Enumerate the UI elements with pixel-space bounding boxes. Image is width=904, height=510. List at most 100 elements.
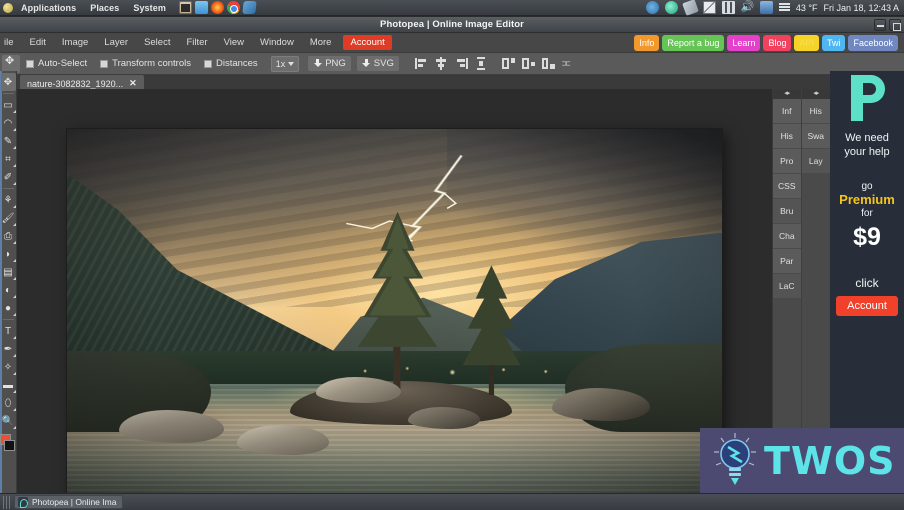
option-distances[interactable]: Distances (203, 58, 258, 69)
taskbar-handle[interactable] (3, 495, 11, 509)
healing-brush-tool[interactable]: ⚘ (1, 191, 16, 209)
menu-view[interactable]: View (216, 33, 252, 53)
panel-tab-swatches[interactable]: Swa (801, 124, 830, 149)
eraser-tool[interactable]: ◗ (1, 245, 16, 263)
panel-tab-history-2[interactable]: His (801, 99, 830, 124)
arrange-middle-icon[interactable] (521, 57, 535, 70)
crop-tool[interactable]: ⌗ (1, 150, 16, 168)
align-left-icon[interactable] (414, 57, 428, 70)
link-api[interactable]: API (794, 34, 819, 51)
distribute-icon[interactable] (475, 57, 488, 70)
canvas-area[interactable] (17, 89, 772, 493)
panel-collapse-icon[interactable]: ◂▸ (801, 89, 830, 99)
maximize-button[interactable] (889, 19, 901, 31)
rectangle-tool[interactable]: ▬ (1, 376, 16, 394)
printer-icon[interactable] (759, 1, 773, 14)
marquee-tool[interactable]: ▭ (1, 96, 16, 114)
background-color-swatch[interactable] (4, 440, 15, 451)
clock[interactable]: Fri Jan 18, 12:43 A (823, 3, 899, 13)
color-swatches[interactable] (0, 434, 16, 453)
equalizer-icon[interactable] (721, 1, 735, 14)
blur-tool[interactable]: ◐ (1, 281, 16, 299)
account-menu-button[interactable]: Account (343, 35, 392, 50)
arrange-buttons: ⊐⊏ (501, 57, 571, 70)
move-tool-icon[interactable] (2, 54, 20, 73)
checkbox-auto-select[interactable] (26, 59, 34, 68)
panel-tab-paragraph[interactable]: Par (773, 249, 801, 274)
panel-tab-channels[interactable]: Cha (773, 224, 801, 249)
download-svg-button[interactable]: SVG (356, 56, 399, 71)
window-titlebar[interactable]: Photopea | Online Image Editor (0, 17, 904, 33)
align-right-icon[interactable] (455, 57, 468, 70)
move-tool[interactable]: ✥ (0, 73, 16, 91)
checkbox-transform-controls[interactable] (100, 59, 109, 68)
menu-select[interactable]: Select (136, 33, 178, 53)
text-spacing-icon[interactable]: ⊐⊏ (562, 59, 571, 69)
panel-collapse-icon[interactable]: ◂▸ (773, 89, 801, 99)
panel-tray: 🔊 43 °F Fri Jan 18, 12:43 A (645, 0, 904, 16)
link-twitter[interactable]: Twi (821, 34, 846, 51)
menu-system[interactable]: System (126, 0, 173, 16)
menu-window[interactable]: Window (252, 33, 302, 53)
arrange-bottom-icon[interactable] (541, 57, 555, 70)
menu-edit[interactable]: Edit (22, 33, 54, 53)
minimize-button[interactable] (874, 19, 886, 31)
stamp-tool[interactable]: ⎙ (1, 227, 16, 245)
sync-icon[interactable] (645, 1, 659, 14)
taskbar-window-button[interactable]: Photopea | Online Ima (14, 495, 124, 509)
eyedropper-tool[interactable]: ✐ (1, 168, 16, 186)
align-center-h-icon[interactable] (435, 57, 448, 70)
paint-bucket-tool[interactable]: ⬯ (1, 394, 16, 412)
link-learn[interactable]: Learn (727, 34, 761, 51)
menu-image[interactable]: Image (54, 33, 96, 53)
arrange-top-icon[interactable] (501, 57, 515, 70)
desktop-taskbar: Photopea | Online Ima (0, 493, 904, 510)
download-png-button[interactable]: PNG (308, 56, 351, 71)
brush-tool[interactable]: 🖌 (1, 209, 16, 227)
link-report-a-bug[interactable]: Report a bug (662, 34, 725, 51)
align-buttons (414, 57, 488, 70)
type-tool[interactable]: T (1, 322, 16, 340)
dodge-tool[interactable]: ● (1, 299, 16, 317)
checkbox-distances[interactable] (203, 59, 212, 68)
chrome-icon[interactable] (226, 1, 240, 14)
menu-layer[interactable]: Layer (96, 33, 136, 53)
mail-icon[interactable] (702, 1, 716, 14)
option-auto-select[interactable]: Auto-Select (26, 58, 87, 69)
app-blue-icon[interactable] (242, 1, 257, 14)
promo-account-button[interactable]: Account (836, 296, 898, 316)
panel-tab-history[interactable]: His (773, 124, 801, 149)
panel-tab-layer-comps[interactable]: LaC (773, 274, 801, 299)
panel-tab-brushes[interactable]: Bru (773, 199, 801, 224)
volume-icon[interactable]: 🔊 (741, 1, 755, 14)
dropbox-icon[interactable] (664, 1, 678, 14)
menu-applications[interactable]: Applications (14, 0, 83, 16)
terminal-icon[interactable] (178, 1, 192, 14)
menu-places[interactable]: Places (83, 0, 126, 16)
panel-tab-properties[interactable]: Pro (773, 149, 801, 174)
pen-tool[interactable]: ✒ (1, 340, 16, 358)
link-blog[interactable]: Blog (763, 34, 792, 51)
link-info[interactable]: Info (634, 34, 660, 51)
photopea-logo (830, 71, 904, 123)
close-icon[interactable]: ✕ (129, 78, 137, 89)
panel-tab-info[interactable]: Inf (773, 99, 801, 124)
link-facebook[interactable]: Facebook (848, 34, 898, 51)
zoom-select[interactable]: 1x (270, 55, 300, 72)
firefox-icon[interactable] (210, 1, 224, 14)
lasso-tool[interactable]: ◠ (1, 114, 16, 132)
magic-wand-tool[interactable]: ✎ (1, 132, 16, 150)
menu-more[interactable]: More (302, 33, 340, 53)
panel-tab-css[interactable]: CSS (773, 174, 801, 199)
files-icon[interactable] (194, 1, 208, 14)
gradient-tool[interactable]: ▤ (1, 263, 16, 281)
broom-icon[interactable] (682, 0, 699, 16)
panel-tab-layers[interactable]: Lay (801, 149, 830, 174)
document-canvas[interactable] (67, 129, 722, 493)
menu-file[interactable]: ile (0, 33, 22, 53)
zoom-tool[interactable]: 🔍 (1, 412, 16, 430)
twos-watermark: TWOS (700, 428, 904, 494)
option-transform-controls[interactable]: Transform controls (100, 58, 191, 69)
shape-tool[interactable]: ✧ (1, 358, 16, 376)
menu-filter[interactable]: Filter (178, 33, 215, 53)
